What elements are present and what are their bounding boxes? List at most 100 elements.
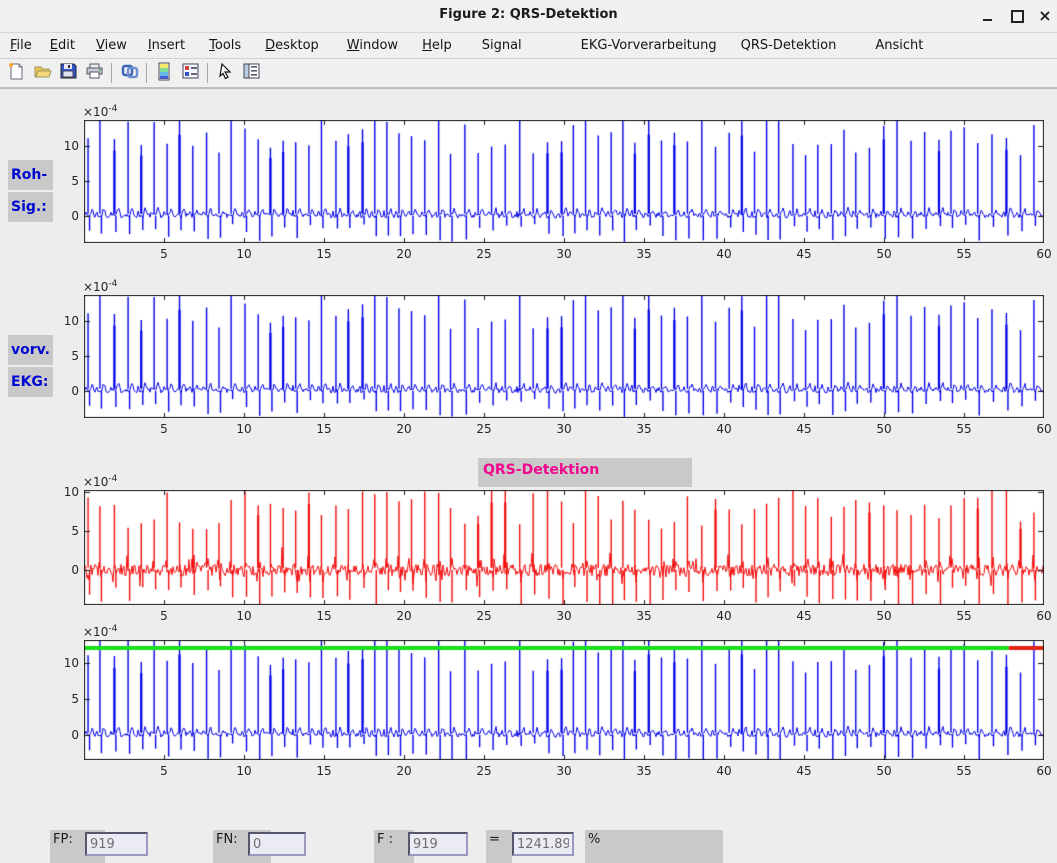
menu-bar: File Edit View Insert Tools Desktop Window Help… xyxy=(0,33,1057,59)
label-roh: Roh- xyxy=(8,160,53,190)
x-tick-label: 5 xyxy=(154,764,174,778)
print-button[interactable] xyxy=(81,61,107,85)
label-sig: Sig.: xyxy=(8,192,53,222)
x-tick-label: 55 xyxy=(954,247,974,261)
plot-canvas-roh_signal xyxy=(84,120,1044,243)
x-tick-label: 30 xyxy=(554,764,574,778)
x-tick-label: 50 xyxy=(874,764,894,778)
percent-value-input[interactable] xyxy=(512,832,574,856)
y-tick-label: 0 xyxy=(53,209,79,223)
link-plot-button[interactable] xyxy=(116,61,142,85)
x-tick-label: 10 xyxy=(234,609,254,623)
x-tick-label: 55 xyxy=(954,422,974,436)
save-button[interactable] xyxy=(55,61,81,85)
menu-item-insert[interactable]: Insert xyxy=(146,36,187,55)
x-tick-label: 20 xyxy=(394,422,414,436)
x-tick-label: 35 xyxy=(634,247,654,261)
minimize-button[interactable] xyxy=(976,6,998,26)
menu-item-signal[interactable]: Signal xyxy=(480,36,524,55)
insert-legend-button[interactable] xyxy=(177,61,203,85)
insert-legend-icon xyxy=(181,62,200,84)
print-icon xyxy=(85,62,104,84)
x-tick-label: 60 xyxy=(1034,247,1054,261)
property-editor-button[interactable] xyxy=(238,61,264,85)
x-tick-label: 25 xyxy=(474,764,494,778)
menu-item-ekg-vorverarbeitung[interactable]: EKG-Vorverarbeitung xyxy=(579,36,719,55)
x-tick-label: 50 xyxy=(874,609,894,623)
x-tick-label: 25 xyxy=(474,609,494,623)
x-tick-label: 45 xyxy=(794,247,814,261)
axes-roh_signal xyxy=(84,120,1044,243)
y-tick-label: 0 xyxy=(53,384,79,398)
toolbar-separator xyxy=(111,63,112,83)
new-file-button[interactable] xyxy=(3,61,29,85)
x-tick-label: 25 xyxy=(474,422,494,436)
x-tick-label: 10 xyxy=(234,247,254,261)
menu-item-view[interactable]: View xyxy=(94,36,129,55)
matlab-figure-window: Figure 2: QRS-Detektion × File Edit View In… xyxy=(0,0,1057,863)
menu-item-edit[interactable]: Edit xyxy=(48,36,77,55)
menu-item-ansicht[interactable]: Ansicht xyxy=(873,36,925,55)
plot-canvas-ekg_mit_detektion xyxy=(84,640,1044,760)
x-tick-label: 40 xyxy=(714,609,734,623)
label-ekg: EKG: xyxy=(8,367,53,397)
x-tick-label: 45 xyxy=(794,609,814,623)
maximize-icon xyxy=(1011,10,1024,23)
x-tick-label: 50 xyxy=(874,247,894,261)
x-tick-label: 15 xyxy=(314,422,334,436)
plot3-title: QRS-Detektion xyxy=(483,462,599,478)
x-tick-label: 60 xyxy=(1034,609,1054,623)
y-axis-exponent-label: ×10-4 xyxy=(83,624,117,639)
y-axis-exponent-label: ×10-4 xyxy=(83,279,117,294)
x-tick-label: 5 xyxy=(154,422,174,436)
y-tick-label: 5 xyxy=(53,349,79,363)
toolbar-separator xyxy=(207,63,208,83)
y-axis-exponent-label: ×10-4 xyxy=(83,474,117,489)
y-tick-label: 0 xyxy=(53,728,79,742)
x-tick-label: 40 xyxy=(714,422,734,436)
close-button[interactable]: × xyxy=(1034,6,1056,26)
percent-label: % xyxy=(585,830,723,863)
x-tick-label: 35 xyxy=(634,609,654,623)
label-roh-text: Roh- xyxy=(11,167,47,183)
f-input[interactable] xyxy=(408,832,468,856)
label-sig-text: Sig.: xyxy=(11,199,47,215)
open-file-button[interactable] xyxy=(29,61,55,85)
insert-colorbar-button[interactable] xyxy=(151,61,177,85)
menu-item-help[interactable]: Help xyxy=(420,36,454,55)
x-tick-label: 60 xyxy=(1034,764,1054,778)
y-tick-label: 10 xyxy=(53,139,79,153)
insert-colorbar-icon xyxy=(156,62,172,85)
label-vorv-text: vorv. xyxy=(11,342,50,358)
x-tick-label: 30 xyxy=(554,247,574,261)
maximize-button[interactable] xyxy=(1006,6,1028,26)
equals-label: = xyxy=(486,830,512,863)
link-plot-icon xyxy=(120,62,139,84)
title-bar: Figure 2: QRS-Detektion × xyxy=(0,0,1057,33)
axes-qrs_detektion xyxy=(84,490,1044,605)
y-tick-label: 10 xyxy=(53,314,79,328)
x-tick-label: 15 xyxy=(314,764,334,778)
fp-input[interactable] xyxy=(85,832,148,856)
fn-input[interactable] xyxy=(248,832,306,856)
toolbar xyxy=(0,59,1057,89)
label-ekg-text: EKG: xyxy=(11,374,49,390)
label-vorv: vorv. xyxy=(8,335,53,365)
y-axis-exponent-label: ×10-4 xyxy=(83,104,117,119)
menu-item-desktop[interactable]: Desktop xyxy=(263,36,321,55)
x-tick-label: 15 xyxy=(314,247,334,261)
new-file-icon xyxy=(7,62,25,84)
menu-item-qrs-detektion[interactable]: QRS-Detektion xyxy=(739,36,839,55)
x-tick-label: 30 xyxy=(554,609,574,623)
window-title: Figure 2: QRS-Detektion xyxy=(0,7,1057,22)
x-tick-label: 55 xyxy=(954,764,974,778)
menu-item-window[interactable]: Window xyxy=(345,36,400,55)
plot-canvas-qrs_detektion xyxy=(84,490,1044,605)
menu-item-file[interactable]: File xyxy=(8,36,34,55)
y-tick-label: 5 xyxy=(53,524,79,538)
property-editor-icon xyxy=(242,62,261,84)
close-icon: × xyxy=(1038,8,1051,24)
edit-plot-arrow-button[interactable] xyxy=(212,61,238,85)
x-tick-label: 20 xyxy=(394,764,414,778)
menu-item-tools[interactable]: Tools xyxy=(207,36,243,55)
